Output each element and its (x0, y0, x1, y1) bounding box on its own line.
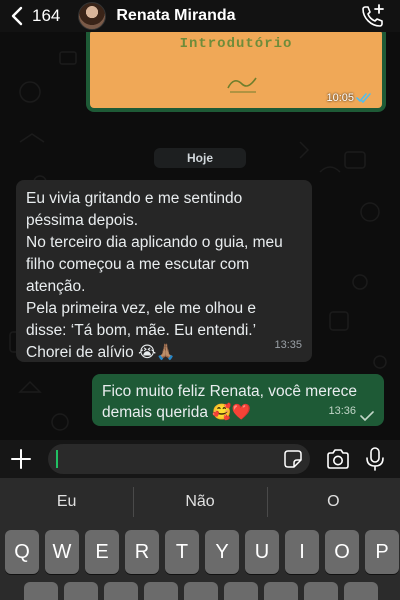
back-button[interactable]: 164 (10, 6, 60, 26)
camera-icon[interactable] (326, 449, 350, 469)
key-partial[interactable] (24, 582, 58, 600)
key-w[interactable]: W (45, 530, 79, 574)
key-e[interactable]: E (85, 530, 119, 574)
key-partial[interactable] (64, 582, 98, 600)
image-title: Introdutório (179, 36, 293, 52)
key-i[interactable]: I (285, 530, 319, 574)
sticker-icon[interactable] (284, 450, 302, 468)
key-partial[interactable] (144, 582, 178, 600)
incoming-message[interactable]: Eu vivia gritando e me sentindo péssima … (16, 180, 312, 362)
message-time: 13:35 (274, 339, 302, 351)
key-row-2 (24, 582, 378, 600)
key-partial[interactable] (264, 582, 298, 600)
delivered-tick-icon (360, 411, 374, 421)
key-partial[interactable] (344, 582, 378, 600)
contact-name[interactable]: Renata Miranda (116, 7, 235, 25)
key-u[interactable]: U (245, 530, 279, 574)
keyboard: Eu Não O Q W E R T Y U I O P (0, 478, 400, 600)
key-q[interactable]: Q (5, 530, 39, 574)
avatar[interactable] (78, 2, 107, 30)
image-attachment[interactable]: Introdutório 10:05 (90, 32, 382, 108)
predictive-bar: Eu Não O (0, 478, 400, 526)
suggestion-2[interactable]: Não (133, 487, 266, 517)
key-row-1: Q W E R T Y U I O P (5, 530, 399, 574)
key-y[interactable]: Y (205, 530, 239, 574)
key-partial[interactable] (104, 582, 138, 600)
key-r[interactable]: R (125, 530, 159, 574)
read-receipt-icon (356, 93, 371, 103)
suggestion-1[interactable]: Eu (0, 493, 133, 511)
key-partial[interactable] (224, 582, 258, 600)
date-separator: Hoje (154, 148, 246, 168)
key-partial[interactable] (304, 582, 338, 600)
key-p[interactable]: P (365, 530, 399, 574)
message-input[interactable] (48, 444, 310, 474)
plus-icon[interactable] (10, 448, 32, 470)
message-text: Eu vivia gritando e me sentindo péssima … (26, 190, 283, 361)
key-o[interactable]: O (325, 530, 359, 574)
composer-bar (0, 440, 400, 478)
message-time: 13:36 (328, 405, 356, 417)
image-message[interactable]: Introdutório 10:05 (86, 32, 386, 112)
message-time: 10:05 (326, 92, 354, 104)
add-call-icon[interactable] (360, 3, 386, 29)
chevron-left-icon (11, 6, 23, 26)
chat-area[interactable]: Introdutório 10:05 Hoje Eu vivia gritand… (0, 32, 400, 440)
suggestion-3[interactable]: O (266, 487, 400, 517)
text-cursor (56, 450, 58, 468)
unread-count: 164 (32, 6, 61, 25)
chat-header: 164 Renata Miranda (0, 0, 400, 32)
outgoing-message[interactable]: Fico muito feliz Renata, você merece dem… (92, 374, 384, 426)
key-partial[interactable] (184, 582, 218, 600)
microphone-icon[interactable] (366, 447, 384, 471)
image-logo (226, 74, 262, 96)
key-t[interactable]: T (165, 530, 199, 574)
